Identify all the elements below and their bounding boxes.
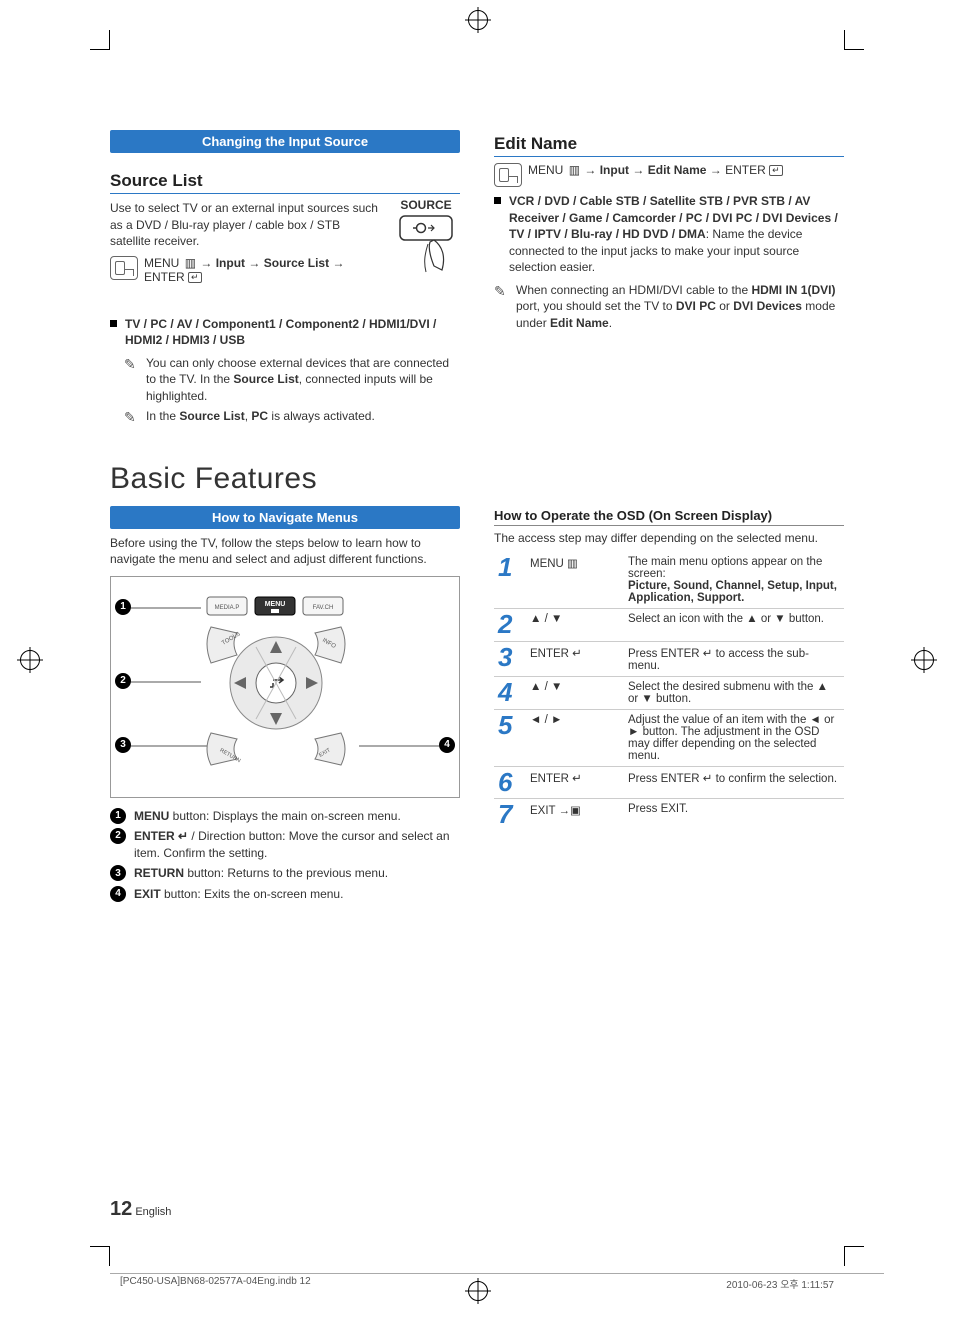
step-number: 5 [494,709,526,766]
source-options-row: TV / PC / AV / Component1 / Component2 /… [110,316,460,349]
source-button-label: SOURCE [392,198,460,212]
button-desc-row: 1 MENU button: Displays the main on-scre… [110,808,460,825]
source-button-icon [398,214,454,278]
osd-steps-table: 1 MENU ▥ The main menu options appear on… [494,552,844,830]
osd-step-row: 2 ▲ / ▼ Select an icon with the ▲ or ▼ b… [494,609,844,641]
callout-3: 3 [110,865,126,881]
heading-source-list: Source List [110,171,460,194]
osd-step-row: 6 ENTER ↵ Press ENTER ↵ to confirm the s… [494,766,844,798]
source-button-illustration: SOURCE [392,198,460,281]
osd-step-row: 7 EXIT →▣ Press EXIT. [494,799,844,831]
step-desc: Select the desired submenu with the ▲ or… [624,676,844,709]
step-control: ENTER ↵ [526,641,624,676]
osd-step-row: 5 ◄ / ► Adjust the value of an item with… [494,709,844,766]
step-desc: Adjust the value of an item with the ◄ o… [624,709,844,766]
crop-mark [90,30,110,50]
callout-1: 1 [115,599,131,615]
osd-step-row: 4 ▲ / ▼ Select the desired submenu with … [494,676,844,709]
navigate-intro: Before using the TV, follow the steps be… [110,535,460,568]
remote-icon [494,163,522,187]
menu-path-text: MENU ▥ → Input → Source List → ENTER ↵ [144,256,382,284]
heading-basic-features: Basic Features [110,462,844,496]
callout-2: 2 [110,828,126,844]
callout-4: 4 [439,737,455,753]
step-desc: Press ENTER ↵ to confirm the selection. [624,766,844,798]
osd-step-row: 1 MENU ▥ The main menu options appear on… [494,552,844,609]
bullet-icon [110,320,117,327]
source-options: TV / PC / AV / Component1 / Component2 /… [125,316,460,349]
banner-changing-input-source: Changing the Input Source [110,130,460,153]
remote-diagram: 1 2 3 4 MEDIA.P MENU [110,576,460,798]
step-number: 6 [494,766,526,798]
crop-mark [844,30,864,50]
doc-filename: [PC450-USA]BN68-02577A-04Eng.indb 12 [120,1276,311,1291]
callout-2: 2 [115,673,131,689]
step-control: ◄ / ► [526,709,624,766]
button-desc-row: 2 ENTER ↵ / Direction button: Move the c… [110,828,460,861]
step-number: 3 [494,641,526,676]
crop-mark [90,1246,110,1266]
callout-4: 4 [110,886,126,902]
step-control: MENU ▥ [526,552,624,609]
page-language: English [135,1206,171,1218]
bullet-icon [494,197,501,204]
page-footer: 12 English [110,1198,171,1221]
step-control: ▲ / ▼ [526,609,624,641]
note-icon: ✎ [494,282,510,332]
note-icon: ✎ [124,355,140,405]
callout-1: 1 [110,808,126,824]
btn-mediap: MEDIA.P [215,605,240,611]
page-number: 12 [110,1198,132,1220]
remote-inner: MEDIA.P MENU FAV.CH TOOLS INFO [201,583,361,772]
note-icon: ✎ [124,408,140,427]
remote-icon [110,256,138,280]
crop-mark [844,1246,864,1266]
step-control: ▲ / ▼ [526,676,624,709]
note-connected-devices: ✎ You can only choose external devices t… [124,355,460,405]
footer-separator [110,1273,884,1274]
step-number: 2 [494,609,526,641]
registration-mark-top [468,10,488,30]
registration-mark-right [914,650,934,670]
heading-how-to-operate-osd: How to Operate the OSD (On Screen Displa… [494,508,844,526]
step-control: EXIT →▣ [526,799,624,831]
step-desc: Press ENTER ↵ to access the sub-menu. [624,641,844,676]
callout-3: 3 [115,737,131,753]
note-pc-activated: ✎ In the Source List, PC is always activ… [124,408,460,427]
document-meta: [PC450-USA]BN68-02577A-04Eng.indb 12 201… [120,1276,834,1291]
edit-name-options-row: VCR / DVD / Cable STB / Satellite STB / … [494,193,844,276]
banner-how-to-navigate: How to Navigate Menus [110,506,460,529]
step-desc: Select an icon with the ▲ or ▼ button. [624,609,844,641]
step-control: ENTER ↵ [526,766,624,798]
osd-intro: The access step may differ depending on … [494,530,844,547]
source-list-menu-path: MENU ▥ → Input → Source List → ENTER ↵ [110,256,382,284]
registration-mark-left [20,650,40,670]
edit-name-menu-path: MENU ▥ → Input → Edit Name → ENTER ↵ [494,163,844,187]
step-desc: Press EXIT. [624,799,844,831]
btn-menu: MENU [265,601,286,608]
step-number: 7 [494,799,526,831]
heading-edit-name: Edit Name [494,134,844,157]
step-number: 1 [494,552,526,609]
button-descriptions: 1 MENU button: Displays the main on-scre… [110,808,460,903]
doc-timestamp: 2010-06-23 오후 1:11:57 [726,1276,834,1291]
osd-step-row: 3 ENTER ↵ Press ENTER ↵ to access the su… [494,641,844,676]
menu-path-text: MENU ▥ → Input → Edit Name → ENTER ↵ [528,163,783,177]
step-desc: The main menu options appear on the scre… [624,552,844,609]
btn-favch: FAV.CH [313,605,334,611]
note-hdmi-dvi: ✎ When connecting an HDMI/DVI cable to t… [494,282,844,332]
button-desc-row: 4 EXIT button: Exits the on-screen menu. [110,886,460,903]
step-number: 4 [494,676,526,709]
button-desc-row: 3 RETURN button: Returns to the previous… [110,865,460,882]
